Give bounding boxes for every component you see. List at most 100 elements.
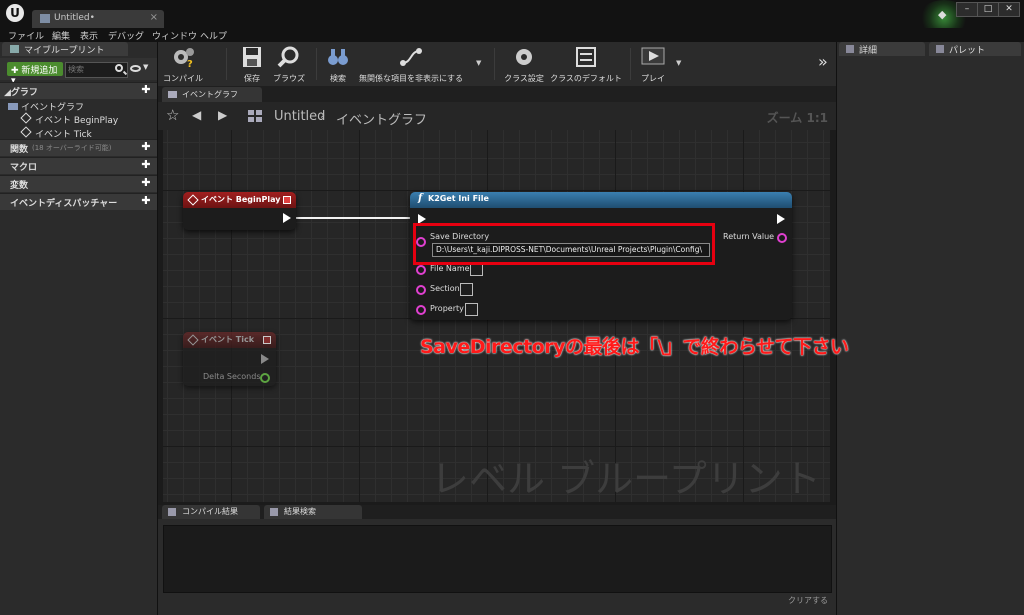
delta-seconds-pin[interactable] <box>260 373 270 383</box>
property-pin[interactable] <box>416 305 426 315</box>
class-defaults-label: クラスのデフォルト <box>550 74 622 83</box>
exec-out-pin[interactable] <box>283 213 291 223</box>
blueprint-document-icon <box>40 14 50 23</box>
play-button[interactable]: プレイ <box>634 44 672 84</box>
event-diamond-icon <box>20 112 32 124</box>
compile-button[interactable]: ? コンパイル <box>160 44 206 84</box>
section-graphs[interactable]: ◢グラフ ✚ <box>0 82 157 99</box>
my-blueprint-toolbar: ✚ 新規追加 ▾ ▼ <box>0 58 157 86</box>
toolbar-separator <box>316 48 317 80</box>
add-new-button[interactable]: ✚ 新規追加 ▾ <box>7 62 63 86</box>
toolbar-separator <box>494 48 495 80</box>
exec-out-pin[interactable] <box>777 214 785 224</box>
search-icon[interactable] <box>115 64 123 72</box>
clear-button[interactable]: クリアする <box>788 595 828 606</box>
class-settings-button[interactable]: クラス設定 <box>500 44 548 84</box>
graph-breadcrumb-bar: ☆ ◀ ▶ Untitled › イベントグラフ ズーム 1:1 <box>158 102 836 130</box>
section-variables-label: 変数 <box>10 181 29 191</box>
breadcrumb-event-graph[interactable]: イベントグラフ <box>336 109 427 128</box>
menu-bar: ファイル 編集 表示 デバッグ ウィンドウ ヘルプ <box>0 28 1024 42</box>
delta-seconds-label: Delta Seconds <box>203 372 261 381</box>
tab-event-graph[interactable]: イベントグラフ <box>162 87 262 102</box>
toolbar-separator <box>630 48 631 80</box>
event-diamond-icon <box>187 334 199 346</box>
toolbar-overflow-icon[interactable]: » <box>818 52 828 71</box>
my-blueprint-panel: マイブループリント ✚ 新規追加 ▾ ▼ ◢グラフ ✚ イベントグラフ イベント… <box>0 42 158 615</box>
tab-palette[interactable]: パレット <box>929 42 1021 56</box>
node-event-tick[interactable]: イベント Tick Delta Seconds <box>183 332 276 386</box>
node-header: イベント BeginPlay <box>183 192 296 208</box>
compile-results-icon <box>168 508 176 516</box>
menu-edit[interactable]: 編集 <box>52 29 70 42</box>
chevron-down-icon[interactable]: ▼ <box>143 63 148 71</box>
find-button[interactable]: 検索 <box>320 44 356 84</box>
tab-compile-results[interactable]: コンパイル結果 <box>162 505 260 519</box>
menu-view[interactable]: 表示 <box>80 29 98 42</box>
forward-arrow-icon[interactable]: ▶ <box>218 108 227 122</box>
node-title: イベント BeginPlay <box>201 195 281 204</box>
maximize-button[interactable]: □ <box>977 2 999 17</box>
add-dispatcher-plus-icon[interactable]: ✚ <box>141 195 151 206</box>
back-arrow-icon[interactable]: ◀ <box>192 108 201 122</box>
exec-out-pin[interactable] <box>261 354 269 364</box>
hide-unrelated-button[interactable]: 無関係な項目を非表示にする <box>356 44 466 84</box>
search-field[interactable] <box>65 62 128 78</box>
section-event-dispatchers[interactable]: イベントディスパッチャー ✚ <box>0 193 157 210</box>
property-input[interactable] <box>465 303 478 316</box>
tree-item-begin-play[interactable]: イベント BeginPlay <box>20 112 118 126</box>
close-window-button[interactable]: ✕ <box>998 2 1020 17</box>
play-options-dropdown-icon[interactable]: ▼ <box>676 59 681 67</box>
tab-find-results[interactable]: 結果検索 <box>264 505 362 519</box>
add-macro-plus-icon[interactable]: ✚ <box>141 159 151 170</box>
view-options-eye-icon[interactable] <box>130 65 141 72</box>
tab-find-results-label: 結果検索 <box>284 507 316 516</box>
browse-button[interactable]: ブラウズ <box>270 44 308 84</box>
file-name-pin[interactable] <box>416 265 426 275</box>
class-defaults-button[interactable]: クラスのデフォルト <box>550 44 622 84</box>
section-functions-label: 関数 <box>10 145 29 155</box>
hide-unrelated-dropdown-icon[interactable]: ▼ <box>476 59 481 67</box>
tab-details[interactable]: 詳細 <box>839 42 925 56</box>
section-variables[interactable]: 変数 ✚ <box>0 175 157 192</box>
event-diamond-icon <box>187 194 199 206</box>
bottom-tab-bar: コンパイル結果 結果検索 <box>158 505 836 519</box>
graph-grid-icon <box>248 110 262 122</box>
star-icon[interactable]: ☆ <box>166 106 179 124</box>
my-blueprint-tab[interactable]: マイブループリント <box>2 42 128 56</box>
section-dispatchers-label: イベントディスパッチャー <box>10 199 118 209</box>
delegate-pin-icon[interactable] <box>283 196 291 204</box>
return-value-pin[interactable] <box>777 233 787 243</box>
section-pin[interactable] <box>416 285 426 295</box>
function-icon: f <box>418 193 423 204</box>
add-variable-plus-icon[interactable]: ✚ <box>141 177 151 188</box>
blueprint-editor-window: U Untitled• × ◆ – □ ✕ ファイル 編集 表示 デバッグ ウィ… <box>0 0 1024 615</box>
menu-window[interactable]: ウィンドウ <box>152 29 197 42</box>
class-settings-gear-icon <box>516 49 532 65</box>
annotation-highlight-box <box>413 223 715 265</box>
search-input[interactable] <box>68 63 112 75</box>
hide-unrelated-label: 無関係な項目を非表示にする <box>358 74 464 83</box>
section-functions[interactable]: 関数 (18 オーバーライド可能) ✚ <box>0 139 157 156</box>
menu-debug[interactable]: デバッグ <box>108 29 144 42</box>
section-macros[interactable]: マクロ ✚ <box>0 157 157 174</box>
blueprint-icon <box>10 45 19 53</box>
tab-event-graph-label: イベントグラフ <box>182 90 238 99</box>
delegate-pin-icon[interactable] <box>263 336 271 344</box>
close-tab-icon[interactable]: × <box>150 12 158 23</box>
find-results-icon <box>270 508 278 516</box>
breadcrumb-untitled[interactable]: Untitled <box>274 109 325 124</box>
menu-file[interactable]: ファイル <box>8 29 44 42</box>
section-input[interactable] <box>460 283 473 296</box>
add-function-plus-icon[interactable]: ✚ <box>141 141 151 152</box>
menu-help[interactable]: ヘルプ <box>200 29 227 42</box>
add-graph-plus-icon[interactable]: ✚ <box>141 84 151 95</box>
minimize-button[interactable]: – <box>956 2 978 17</box>
graph-canvas[interactable]: レベル ブループリント イベント BeginPlay イベント Tick Del… <box>163 130 830 502</box>
save-button[interactable]: 保存 <box>234 44 270 84</box>
graduation-cap-icon[interactable]: ◆ <box>938 8 946 21</box>
main-toolbar: ? コンパイル 保存 ブラウズ 検索 無関係な項目を非表示にする ▼ クラス設定 <box>158 42 836 87</box>
play-label: プレイ <box>641 74 665 83</box>
document-tab[interactable]: Untitled• × <box>32 10 164 28</box>
tree-item-event-graph[interactable]: イベントグラフ <box>8 100 84 113</box>
node-event-begin-play[interactable]: イベント BeginPlay <box>183 192 296 230</box>
